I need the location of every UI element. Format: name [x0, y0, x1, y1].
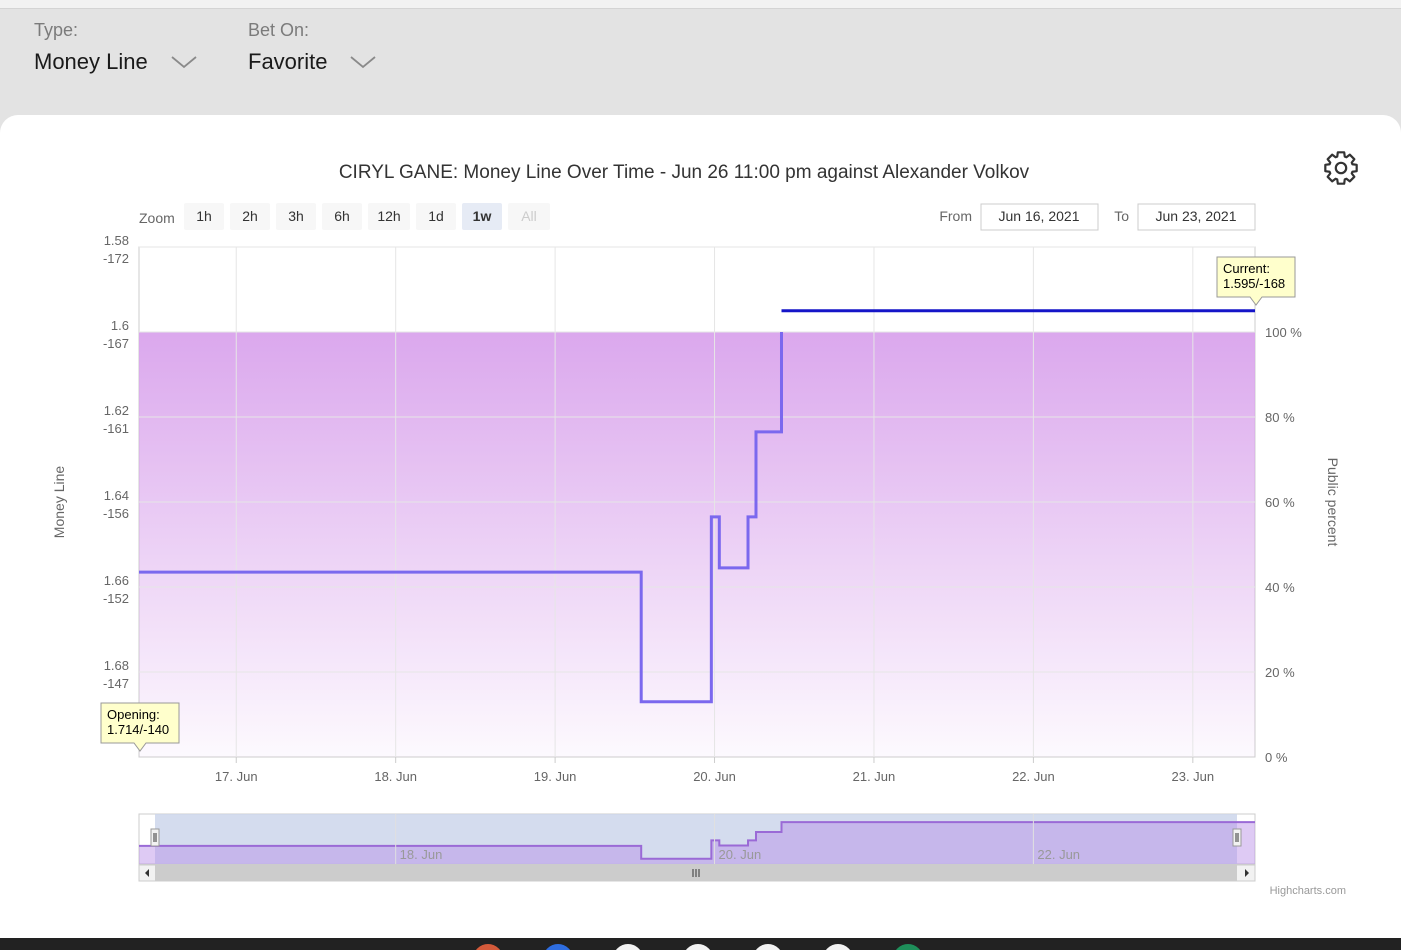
y-tick-label-decimal: 1.64	[104, 488, 129, 503]
y-tick-label-american: -172	[103, 251, 129, 266]
x-tick-label: 22. Jun	[1012, 769, 1055, 784]
chart-title: CIRYL GANE: Money Line Over Time - Jun 2…	[339, 162, 1030, 183]
y-tick-label-decimal: 1.68	[104, 658, 129, 673]
y-tick-label-american: -167	[103, 336, 129, 351]
highcharts-credit[interactable]: Highcharts.com	[1270, 885, 1346, 897]
y2-axis-title: Public percent	[1325, 458, 1341, 547]
navigator-tick-label: 22. Jun	[1037, 847, 1080, 862]
zoom-button-label: 1h	[196, 208, 212, 224]
navigator[interactable]: 18. Jun 20. Jun 22. Jun	[138, 813, 1256, 882]
opening-callout-label: Opening:	[107, 707, 160, 722]
x-tick-label: 20. Jun	[693, 769, 736, 784]
y-axis-title: Money Line	[51, 466, 67, 539]
from-label: From	[939, 208, 972, 224]
navigator-tick-label: 18. Jun	[400, 847, 443, 862]
public-percent-area	[139, 332, 1255, 757]
x-tick-label: 17. Jun	[215, 769, 258, 784]
zoom-button-label: 12h	[377, 208, 400, 224]
y2-tick-label: 40 %	[1265, 580, 1295, 595]
y-tick-label-decimal: 1.62	[104, 403, 129, 418]
zoom-button-label: 6h	[334, 208, 350, 224]
x-tick-label: 23. Jun	[1171, 769, 1214, 784]
opening-callout-value: 1.714/-140	[107, 722, 169, 737]
y-tick-label-american: -161	[103, 421, 129, 436]
y2-tick-label: 20 %	[1265, 665, 1295, 680]
y2-tick-label: 60 %	[1265, 495, 1295, 510]
y2-tick-label: 100 %	[1265, 325, 1302, 340]
gear-icon[interactable]	[1324, 151, 1358, 185]
to-label: To	[1114, 208, 1129, 224]
y-tick-label-decimal: 1.6	[111, 318, 129, 333]
navigator-left-handle[interactable]	[150, 828, 160, 847]
y-tick-label-american: -152	[103, 591, 129, 606]
y2-tick-label: 0 %	[1265, 750, 1288, 765]
zoom-buttons: 1h 2h 3h 6h 12h 1d 1w All	[184, 203, 550, 230]
from-date-value: Jun 16, 2021	[999, 208, 1080, 224]
x-tick-label: 21. Jun	[853, 769, 896, 784]
zoom-button-label: All	[521, 208, 537, 224]
zoom-label: Zoom	[139, 210, 175, 226]
navigator-right-handle[interactable]	[1232, 828, 1242, 847]
current-callout-value: 1.595/-168	[1223, 276, 1285, 291]
plot-area: 17. Jun 18. Jun 19. Jun 20. Jun 21. Jun 22. J…	[51, 233, 1341, 784]
current-callout-label: Current:	[1223, 261, 1270, 276]
y-tick-label-decimal: 1.66	[104, 573, 129, 588]
zoom-button-label: 3h	[288, 208, 304, 224]
x-tick-label: 19. Jun	[534, 769, 577, 784]
y-tick-label-american: -156	[103, 506, 129, 521]
to-date-value: Jun 23, 2021	[1156, 208, 1237, 224]
zoom-button-label: 1w	[473, 208, 492, 224]
zoom-button-label: 2h	[242, 208, 258, 224]
zoom-button-label: 1d	[428, 208, 444, 224]
navigator-tick-label: 20. Jun	[719, 847, 762, 862]
bottom-bar	[0, 938, 1401, 950]
y-tick-label-american: -147	[103, 676, 129, 691]
y-tick-label-decimal: 1.58	[104, 233, 129, 248]
money-line-chart: CIRYL GANE: Money Line Over Time - Jun 2…	[51, 151, 1358, 897]
x-tick-label: 18. Jun	[374, 769, 417, 784]
y2-tick-label: 80 %	[1265, 410, 1295, 425]
